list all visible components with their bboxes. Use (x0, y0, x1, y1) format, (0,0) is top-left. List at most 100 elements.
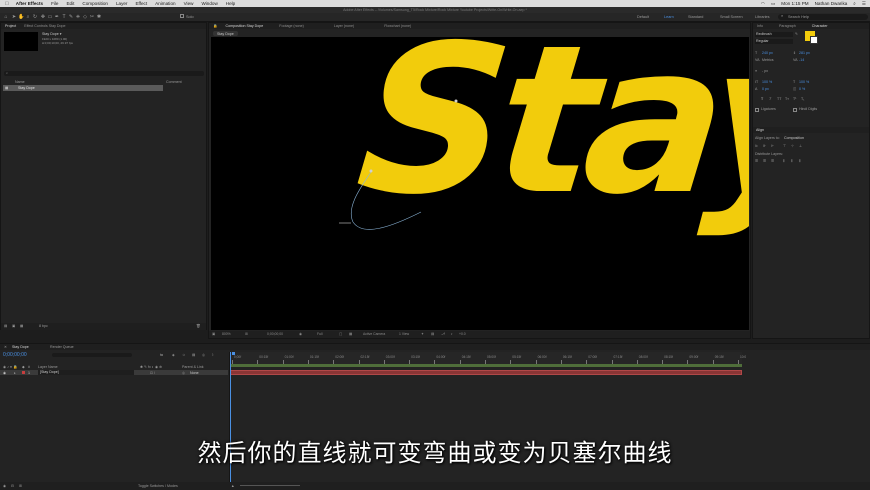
trash-icon[interactable]: 🗑 (196, 324, 201, 328)
tab-info[interactable]: Info (753, 24, 767, 28)
snapshot-icon[interactable]: ◉ (299, 332, 302, 336)
bezier-vertex[interactable] (369, 169, 373, 173)
eraser-tool-icon[interactable]: ◇ (82, 14, 88, 20)
parent-select[interactable]: None (190, 371, 199, 375)
font-family-select[interactable]: Redbrush (755, 32, 793, 37)
bpc-label[interactable]: 8 bpc (39, 324, 48, 328)
work-area-bar[interactable] (230, 364, 742, 367)
layer-name[interactable]: [Stay Dope] (38, 370, 134, 375)
toggle-switches-modes[interactable]: Toggle Switches / Modes (138, 484, 178, 488)
pan-behind-icon[interactable]: ✥ (40, 14, 46, 20)
baseline-shift-value[interactable]: 0 px (762, 87, 769, 91)
exposure-value[interactable]: +0.0 (459, 332, 466, 336)
flowchart-icon[interactable]: ⎇ (441, 332, 445, 336)
new-comp-icon[interactable]: ▦ (20, 324, 23, 328)
motion-blur-icon[interactable]: ◎ (202, 353, 205, 357)
hindi-digits-checkbox[interactable] (793, 108, 797, 112)
timeline-search-input[interactable] (52, 353, 132, 357)
zoom-tool-icon[interactable]: ⌕ (25, 14, 31, 20)
all-caps-button[interactable]: TT (777, 97, 781, 101)
hand-tool-icon[interactable]: ✋ (18, 14, 24, 20)
workspace-small-screen[interactable]: Small Screen (720, 15, 743, 19)
distribute-left-icon[interactable]: ⦀ (783, 159, 785, 163)
layer-duration-bar[interactable] (230, 370, 742, 375)
time-ruler[interactable]: 0;00f 00:15f 01:00f 01:15f 02:00f 02:15f 03:00… (230, 352, 746, 364)
home-icon[interactable]: ⌂ (3, 14, 9, 20)
align-layers-to-select[interactable]: Composition (784, 136, 804, 140)
brush-tool-icon[interactable]: ✎ (68, 14, 74, 20)
menu-effect[interactable]: Effect (135, 1, 147, 6)
font-size-value[interactable]: 240 px (762, 51, 773, 55)
align-hcenter-icon[interactable]: ⊪ (763, 144, 766, 148)
graph-editor-icon[interactable]: ⌇ (212, 353, 214, 357)
col-comment-header[interactable]: Comment (166, 80, 182, 84)
align-bottom-icon[interactable]: ⊥ (799, 144, 802, 148)
tracking-value[interactable]: -14 (799, 58, 804, 62)
superscript-button[interactable]: T¹ (793, 97, 796, 101)
clock[interactable]: Mon 1:15 PM (781, 1, 808, 6)
comp-breadcrumb[interactable]: Stay Dope (213, 31, 238, 36)
distribute-hcenter-icon[interactable]: ⦀ (791, 159, 793, 163)
bezier-vertex[interactable] (454, 99, 458, 103)
distribute-vcenter-icon[interactable]: ☰ (763, 159, 766, 163)
tab-footage[interactable]: Footage (none) (275, 24, 308, 28)
orbit-tool-icon[interactable]: ↻ (32, 14, 38, 20)
distribute-top-icon[interactable]: ☰ (755, 159, 758, 163)
resolution-select[interactable]: Full (317, 332, 322, 336)
small-caps-button[interactable]: Tт (785, 97, 789, 101)
workspace-default[interactable]: Default (637, 15, 649, 19)
visibility-icon[interactable]: ◉ (3, 371, 6, 375)
view-layout-select[interactable]: 1 View (399, 332, 409, 336)
interpret-footage-icon[interactable]: ▤ (4, 324, 7, 328)
clone-tool-icon[interactable]: ⎈ (75, 14, 81, 20)
menu-edit[interactable]: Edit (66, 1, 74, 6)
kerning-value[interactable]: Metrics (762, 58, 774, 62)
transfer-controls-pane-icon[interactable]: ⊟ (11, 484, 14, 488)
distribute-right-icon[interactable]: ⦀ (799, 159, 801, 163)
search-help-field[interactable]: ⌕ Search Help (778, 14, 868, 20)
layer-switches-pane-icon[interactable]: ◉ (3, 484, 6, 488)
align-left-icon[interactable]: ⊫ (755, 144, 758, 148)
tsume-value[interactable]: 0 % (799, 87, 805, 91)
battery-icon[interactable]: ▭ (771, 1, 775, 7)
frame-blending-icon[interactable]: ▤ (192, 353, 195, 357)
horizontal-scale-value[interactable]: 100 % (799, 80, 809, 84)
new-folder-icon[interactable]: ▣ (12, 324, 15, 328)
wifi-icon[interactable]: ◠ (761, 1, 765, 7)
tab-align[interactable]: Align (756, 128, 764, 132)
layer-switches[interactable]: ⊡ / (150, 371, 155, 375)
pickwhip-icon[interactable]: ◎ (182, 371, 185, 375)
timeline-timecode[interactable]: 0;00;00;00 (3, 352, 27, 358)
camera-select[interactable]: Active Camera (363, 332, 385, 336)
faux-bold-button[interactable]: T (761, 97, 763, 101)
tab-timeline-stay-dope[interactable]: Stay Dope (12, 345, 29, 349)
reset-exposure-icon[interactable]: ◐ (451, 332, 453, 336)
zoom-select[interactable]: 800% (222, 332, 231, 336)
menu-list-icon[interactable]: ☰ (862, 1, 866, 7)
text-tool-icon[interactable]: T (61, 14, 67, 20)
tab-paragraph[interactable]: Paragraph (775, 24, 800, 28)
lock-icon[interactable]: 🔒 (209, 24, 221, 28)
leading-value[interactable]: 281 px (799, 51, 810, 55)
pen-tool-icon[interactable]: ✒ (54, 14, 60, 20)
menu-app-name[interactable]: After Effects (16, 1, 43, 6)
tab-render-queue[interactable]: Render Queue (50, 345, 74, 349)
font-style-select[interactable]: Regular (755, 39, 793, 44)
spotlight-icon[interactable]: ⌕ (853, 1, 856, 6)
draft-3d-icon[interactable]: ◈ (172, 353, 175, 357)
in-out-pane-icon[interactable]: ⊞ (19, 484, 22, 488)
roi-icon[interactable]: ▢ (339, 332, 342, 336)
tab-effect-controls[interactable]: Effect Controls Stay Dope (20, 24, 69, 28)
subscript-button[interactable]: T₁ (801, 97, 804, 101)
expand-layer-icon[interactable]: ▸ (14, 371, 16, 375)
timecode-display[interactable]: 0;00;00;00 (267, 332, 283, 336)
ligatures-checkbox[interactable] (755, 108, 759, 112)
menu-layer[interactable]: Layer (116, 1, 128, 6)
menu-window[interactable]: Window (201, 1, 217, 6)
puppet-tool-icon[interactable]: ✱ (96, 14, 102, 20)
project-item-name[interactable]: Stay Dope ▾ (42, 32, 62, 36)
align-vcenter-icon[interactable]: ⊹ (791, 144, 794, 148)
menu-view[interactable]: View (184, 1, 194, 6)
faux-italic-button[interactable]: T (769, 97, 771, 101)
roto-tool-icon[interactable]: ✂ (89, 14, 95, 20)
